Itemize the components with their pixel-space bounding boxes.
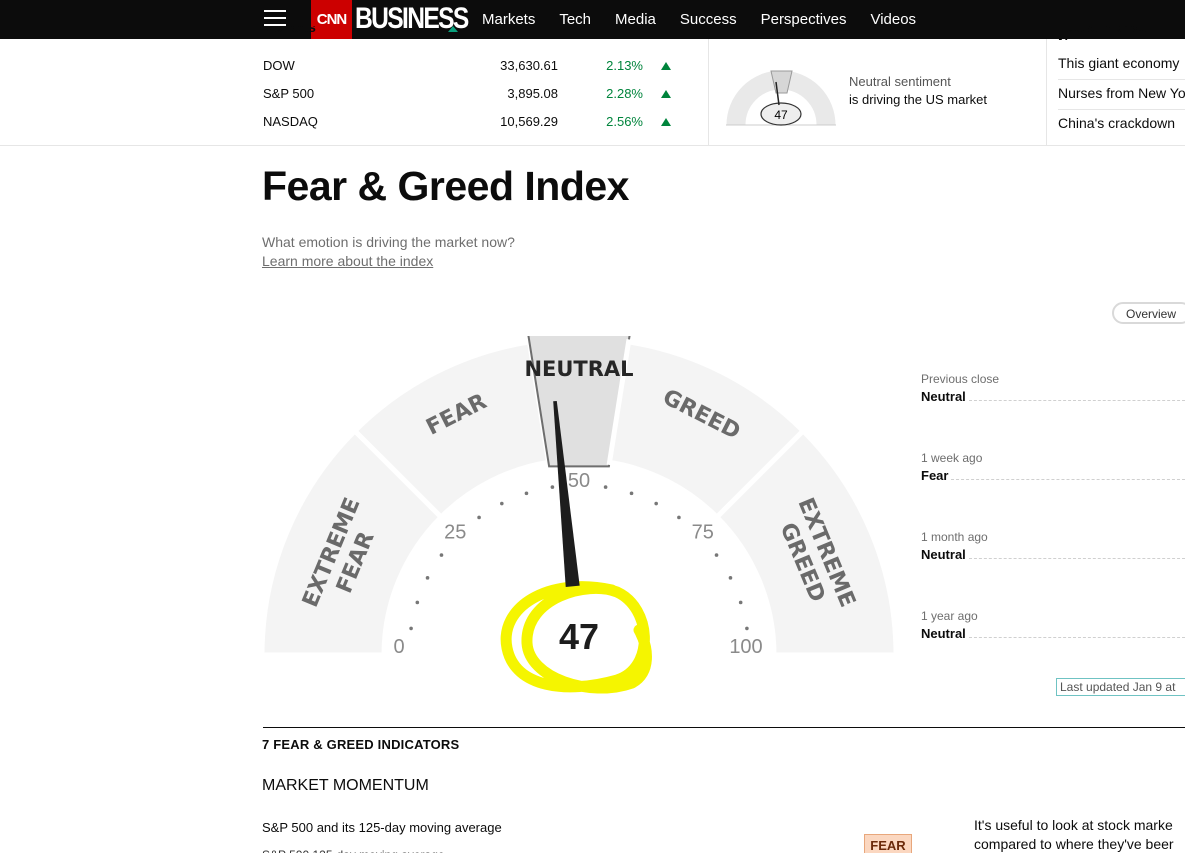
market-name: S&P 500 xyxy=(263,86,315,101)
market-row-nasdaq[interactable]: NASDAQ 10,569.29 2.56% xyxy=(263,114,673,134)
history-value: Neutral xyxy=(921,626,966,641)
tick-dot xyxy=(728,576,733,580)
news-divider xyxy=(1058,109,1185,110)
last-updated: Last updated Jan 9 at xyxy=(1056,678,1185,696)
momentum-chart-title: S&P 500 and its 125-day moving average xyxy=(262,820,502,835)
momentum-description: compared to where they've beer xyxy=(974,836,1174,852)
momentum-description: It's useful to look at stock marke xyxy=(974,817,1173,833)
tick-dot xyxy=(477,515,481,520)
history-label: 1 month ago xyxy=(921,530,988,544)
mini-gauge[interactable]: 47 xyxy=(724,68,838,126)
history-label: 1 year ago xyxy=(921,609,978,623)
learn-more-link[interactable]: Learn more about the index xyxy=(262,253,433,269)
market-row-dow[interactable]: DOW 33,630.61 2.13% xyxy=(263,58,673,78)
nav-tech[interactable]: Tech xyxy=(559,11,591,28)
gauge-value: 47 xyxy=(559,616,599,657)
market-name: DOW xyxy=(263,58,295,73)
page-subtitle: What emotion is driving the market now? xyxy=(262,234,515,250)
tick-dot xyxy=(654,501,658,506)
history-value: Neutral xyxy=(921,547,966,562)
history-value: Neutral xyxy=(921,389,966,404)
markets-heading: Markets xyxy=(263,26,316,35)
market-change: 2.13% xyxy=(606,58,643,73)
tick-label: 0 xyxy=(393,636,404,658)
tick-dot xyxy=(500,501,504,506)
history-divider xyxy=(969,558,1185,559)
history-label: Previous close xyxy=(921,372,1000,386)
tick-dot xyxy=(629,491,634,496)
sentiment-sub: is driving the US market xyxy=(849,92,987,107)
main-nav: Markets Tech Media Success Perspectives … xyxy=(482,11,940,28)
nav-markets[interactable]: Markets xyxy=(482,11,535,28)
page-title: Fear & Greed Index xyxy=(262,163,629,209)
tick-label: 25 xyxy=(444,521,466,543)
fear-greed-gauge: EXTREMEFEARFEARNEUTRALGREEDEXTREMEGREED … xyxy=(262,336,896,694)
up-arrow-icon xyxy=(661,118,671,126)
market-value: 10,569.29 xyxy=(500,114,558,129)
tick-label: 100 xyxy=(729,636,762,658)
momentum-legend: S&P 500 125-day moving average xyxy=(262,848,462,853)
history-divider xyxy=(951,479,1185,480)
top-nav-bar: CNN BUSINESS Markets Tech Media Success … xyxy=(0,0,1185,39)
tick-dot xyxy=(409,626,413,631)
tick-dot xyxy=(714,553,719,557)
strip-divider xyxy=(708,39,709,146)
history-value: Fear xyxy=(921,468,949,483)
market-momentum-heading: MARKET MOMENTUM xyxy=(262,777,429,794)
history-label: 1 week ago xyxy=(921,451,983,465)
history-divider xyxy=(969,400,1185,401)
status-badge: FEAR xyxy=(864,834,912,853)
up-arrow-icon xyxy=(661,90,671,98)
history-1-month[interactable]: 1 month ago Neutral xyxy=(921,530,1185,562)
tick-dot xyxy=(415,600,420,605)
section-divider xyxy=(263,727,1185,728)
indicators-heading: 7 FEAR & GREED INDICATORS xyxy=(262,737,460,752)
history-divider xyxy=(969,637,1185,638)
history-previous-close[interactable]: Previous close Neutral xyxy=(921,372,1185,404)
overview-button[interactable]: Overview xyxy=(1112,302,1185,324)
tick-dot xyxy=(439,553,444,557)
market-change: 2.56% xyxy=(606,114,643,129)
strip-divider xyxy=(1046,39,1047,146)
market-change: 2.28% xyxy=(606,86,643,101)
history-1-week[interactable]: 1 week ago Fear xyxy=(921,451,1185,483)
tick-dot xyxy=(425,576,430,580)
history-1-year[interactable]: 1 year ago Neutral xyxy=(921,609,1185,641)
tick-dot xyxy=(738,600,743,605)
nav-videos[interactable]: Videos xyxy=(870,11,916,28)
tick-label: 50 xyxy=(568,470,590,492)
nav-media[interactable]: Media xyxy=(615,11,656,28)
sentiment-label: Neutral sentiment xyxy=(849,74,951,89)
segment-label: NEUTRAL xyxy=(524,357,633,381)
tick-dot xyxy=(677,515,681,520)
market-row-sp500[interactable]: S&P 500 3,895.08 2.28% xyxy=(263,86,673,106)
news-link[interactable]: Nurses from New Yo xyxy=(1058,85,1185,101)
tick-dot xyxy=(745,626,749,631)
news-divider xyxy=(1058,79,1185,80)
news-link[interactable]: China's crackdown xyxy=(1058,115,1175,131)
tick-dot xyxy=(603,485,608,489)
tick-dot xyxy=(524,491,529,496)
market-value: 33,630.61 xyxy=(500,58,558,73)
fg-heading: Fear & Greed Index xyxy=(722,26,851,35)
tick-label: 75 xyxy=(692,521,714,543)
news-heading: Latest Market News xyxy=(1058,26,1149,40)
logo-accent-icon xyxy=(448,26,458,32)
news-link[interactable]: This giant economy xyxy=(1058,55,1179,71)
tick-dot xyxy=(550,485,555,489)
up-arrow-icon xyxy=(661,62,671,70)
mini-gauge-value: 47 xyxy=(774,108,788,122)
market-value: 3,895.08 xyxy=(507,86,558,101)
market-name: NASDAQ xyxy=(263,114,318,129)
